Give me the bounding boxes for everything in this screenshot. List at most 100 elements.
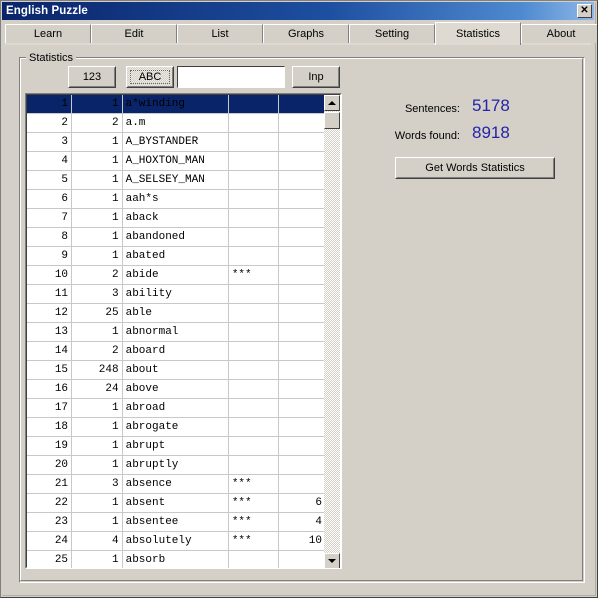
cell-marker [228, 227, 280, 247]
cell-number [278, 227, 326, 247]
table-row[interactable]: 10 2 abide *** [27, 265, 326, 285]
cell-marker [228, 95, 280, 114]
input-button[interactable]: Inp [292, 66, 340, 88]
table-row[interactable]: 12 25 able [27, 303, 326, 323]
table-row[interactable]: 16 24 above [27, 379, 326, 399]
cell-index: 19 [27, 436, 73, 456]
scroll-down-button[interactable] [324, 553, 340, 568]
cell-number [278, 284, 326, 304]
cell-marker: *** [228, 265, 280, 285]
cell-index: 16 [27, 379, 73, 399]
cell-number [278, 379, 326, 399]
cell-word: ability [122, 284, 229, 304]
close-icon: ✕ [580, 5, 589, 16]
table-row[interactable]: 6 1 aah*s [27, 189, 326, 209]
tab-label: Learn [33, 28, 63, 40]
table-row[interactable]: 23 1 absentee *** 4 [27, 512, 326, 532]
cell-count: 1 [71, 227, 123, 247]
cell-word: abandoned [122, 227, 229, 247]
table-row[interactable]: 8 1 abandoned [27, 227, 326, 247]
tab-statistics[interactable]: Statistics [435, 22, 521, 45]
table-row[interactable]: 20 1 abruptly [27, 455, 326, 475]
cell-count: 4 [71, 531, 123, 551]
cell-word: about [122, 360, 229, 380]
cell-count: 1 [71, 322, 123, 342]
cell-index: 15 [27, 360, 73, 380]
sentences-value: 5178 [472, 96, 510, 115]
close-button[interactable]: ✕ [577, 4, 592, 18]
cell-word: abide [122, 265, 229, 285]
cell-number [278, 474, 326, 494]
tab-about[interactable]: About [521, 24, 597, 43]
cell-word: abruptly [122, 455, 229, 475]
table-row[interactable]: 19 1 abrupt [27, 436, 326, 456]
cell-number [278, 360, 326, 380]
table-row[interactable]: 17 1 abroad [27, 398, 326, 418]
tab-label: Setting [374, 28, 410, 40]
cell-number [278, 95, 326, 114]
table-row[interactable]: 14 2 aboard [27, 341, 326, 361]
tab-label: Edit [124, 28, 144, 40]
cell-word: above [122, 379, 229, 399]
cell-number [278, 398, 326, 418]
words-grid[interactable]: 1 1 a*winding 2 2 a.m 3 1 A_BYSTANDER 4 1 A_HOXTON_… [25, 93, 342, 569]
scrollbar-thumb[interactable] [324, 112, 340, 129]
table-row[interactable]: 5 1 A_SELSEY_MAN [27, 170, 326, 190]
table-row[interactable]: 2 2 a.m [27, 113, 326, 133]
words-table: 1 1 a*winding 2 2 a.m 3 1 A_BYSTANDER 4 1 A_HOXTON_… [27, 95, 326, 568]
table-row[interactable]: 11 3 ability [27, 284, 326, 304]
cell-count: 1 [71, 512, 123, 532]
cell-word: absence [122, 474, 229, 494]
table-row[interactable]: 22 1 absent *** 6 [27, 493, 326, 513]
scroll-up-button[interactable] [324, 95, 340, 111]
table-row[interactable]: 13 1 abnormal [27, 322, 326, 342]
cell-word: abnormal [122, 322, 229, 342]
cell-index: 24 [27, 531, 73, 551]
table-row[interactable]: 1 1 a*winding [27, 95, 326, 114]
tab-graphs[interactable]: Graphs [263, 24, 349, 43]
tab-list[interactable]: List [177, 24, 263, 43]
cell-index: 3 [27, 132, 73, 152]
cell-count: 2 [71, 265, 123, 285]
cell-count: 1 [71, 151, 123, 171]
table-row[interactable]: 24 4 absolutely *** 10 [27, 531, 326, 551]
table-row[interactable]: 15 248 about [27, 360, 326, 380]
cell-marker [228, 341, 280, 361]
cell-marker [228, 246, 280, 266]
cell-number: 10 [278, 531, 326, 551]
table-row[interactable]: 4 1 A_HOXTON_MAN [27, 151, 326, 171]
tab-edit[interactable]: Edit [91, 24, 177, 43]
tab-strip: Learn Edit List Graphs Setting Statistics Abou… [5, 22, 597, 45]
cell-marker [228, 284, 280, 304]
cell-count: 3 [71, 284, 123, 304]
cell-count: 3 [71, 474, 123, 494]
table-row[interactable]: 3 1 A_BYSTANDER [27, 132, 326, 152]
cell-index: 5 [27, 170, 73, 190]
get-words-statistics-button[interactable]: Get Words Statistics [395, 157, 555, 179]
cell-index: 23 [27, 512, 73, 532]
sort-alpha-button[interactable]: ABC [126, 66, 174, 88]
table-row[interactable]: 7 1 aback [27, 208, 326, 228]
table-row[interactable]: 21 3 absence *** [27, 474, 326, 494]
table-row[interactable]: 25 1 absorb [27, 550, 326, 568]
cell-marker [228, 455, 280, 475]
cell-index: 22 [27, 493, 73, 513]
tab-learn[interactable]: Learn [5, 24, 91, 43]
grid-vertical-scrollbar[interactable] [324, 95, 340, 568]
cell-count: 2 [71, 113, 123, 133]
cell-count: 1 [71, 95, 123, 114]
cell-marker [228, 417, 280, 437]
cell-marker [228, 170, 280, 190]
tab-setting[interactable]: Setting [349, 24, 435, 43]
cell-marker [228, 436, 280, 456]
filter-input[interactable] [177, 66, 285, 88]
sort-numeric-label: 123 [82, 71, 102, 83]
cell-number [278, 550, 326, 568]
cell-index: 8 [27, 227, 73, 247]
sort-numeric-button[interactable]: 123 [68, 66, 116, 88]
cell-marker [228, 379, 280, 399]
table-row[interactable]: 18 1 abrogate [27, 417, 326, 437]
title-bar[interactable]: English Puzzle ✕ [2, 2, 594, 20]
cell-number [278, 265, 326, 285]
table-row[interactable]: 9 1 abated [27, 246, 326, 266]
